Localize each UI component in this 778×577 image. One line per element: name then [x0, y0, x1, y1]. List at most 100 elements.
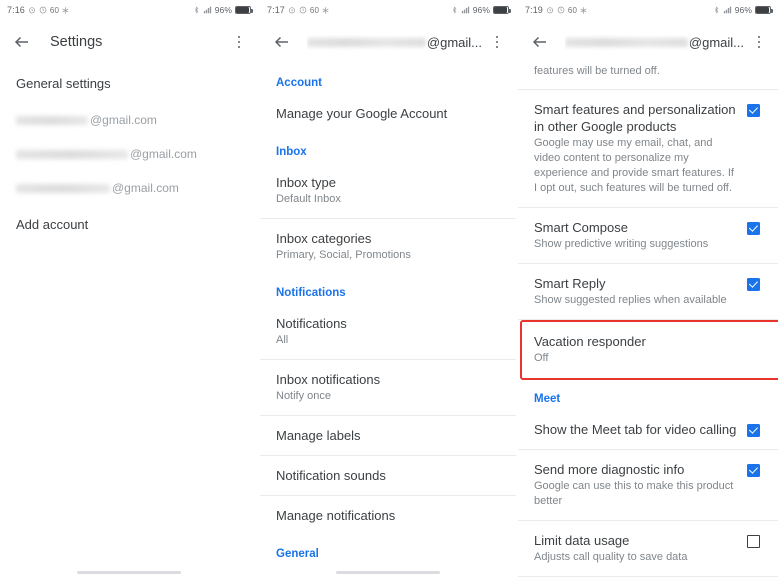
add-account-item[interactable]: Add account — [0, 205, 258, 244]
kebab-menu-icon[interactable] — [230, 35, 248, 49]
battery-percent: 96% — [214, 5, 232, 15]
alarm-icon — [28, 6, 36, 14]
status-bar-left: 7:17 60 — [267, 5, 329, 15]
back-arrow-icon[interactable] — [11, 31, 33, 53]
alarm-icon — [288, 6, 296, 14]
smart-features-checkbox[interactable] — [747, 104, 760, 117]
page-title: Settings — [50, 34, 103, 50]
signal-icon — [203, 6, 212, 14]
account-row-1[interactable]: @gmail.com — [0, 103, 258, 137]
signal-icon — [461, 6, 470, 14]
kebab-menu-icon[interactable] — [750, 35, 768, 49]
panel-smart-features: 7:19 60 96% @gmail... features will be t… — [518, 0, 778, 577]
bluetooth-icon — [451, 6, 458, 14]
account-title: @gmail... — [307, 35, 482, 50]
snowflake-icon — [322, 6, 329, 14]
refresh-rate-indicator: 60 — [567, 5, 578, 15]
battery-percent: 96% — [734, 5, 752, 15]
redacted-email-3 — [16, 183, 110, 193]
kebab-menu-icon[interactable] — [488, 35, 506, 49]
smart-compose-checkbox[interactable] — [747, 222, 760, 235]
clock-icon — [299, 6, 307, 14]
account-title: @gmail... — [565, 35, 744, 50]
section-header-meet: Meet — [534, 393, 561, 405]
alarm-icon — [546, 6, 554, 14]
snowflake-icon — [580, 6, 587, 14]
row-notifications[interactable]: Notifications All — [260, 304, 516, 359]
row-smart-compose[interactable]: Smart Compose Show predictive writing su… — [518, 208, 778, 263]
status-time: 7:17 — [267, 5, 285, 15]
bluetooth-icon — [713, 6, 720, 14]
panel-settings-accounts: 7:16 60 96% Settings General settings @g… — [0, 0, 258, 577]
email-domain-2: @gmail.com — [130, 147, 197, 161]
signal-icon — [723, 6, 732, 14]
row-subtitle: Show suggested replies when available — [534, 294, 727, 306]
row-subtitle: All — [276, 334, 289, 346]
row-subtitle: Off — [534, 352, 549, 364]
account-domain-truncated: @gmail... — [688, 34, 744, 50]
row-subtitle: Google may use my email, chat, and video… — [534, 137, 734, 194]
row-title: Inbox categories — [276, 231, 372, 246]
row-inbox-type[interactable]: Inbox type Default Inbox — [260, 163, 516, 218]
row-title: Notification sounds — [276, 468, 386, 483]
battery-icon — [493, 6, 511, 14]
row-title: Limit data usage — [534, 533, 630, 548]
row-subtitle: Google can use this to make this product… — [534, 480, 734, 507]
row-subtitle: Adjusts call quality to save data — [534, 551, 688, 563]
status-time: 7:16 — [7, 5, 25, 15]
row-title: Send more diagnostic info — [534, 462, 685, 477]
section-header-inbox: Inbox — [276, 146, 307, 158]
row-manage-google-account[interactable]: Manage your Google Account — [260, 94, 516, 133]
status-bar: 7:19 60 96% — [518, 0, 778, 20]
status-bar-right: 96% — [193, 5, 253, 15]
redacted-email-2 — [16, 149, 128, 159]
status-bar-left: 7:16 60 — [7, 5, 69, 15]
row-notification-sounds[interactable]: Notification sounds — [260, 456, 516, 495]
app-bar: Settings — [0, 20, 258, 64]
row-title: Manage labels — [276, 428, 361, 443]
status-time: 7:19 — [525, 5, 543, 15]
status-bar-right: 96% — [451, 5, 511, 15]
app-bar: @gmail... — [518, 20, 778, 64]
back-arrow-icon[interactable] — [529, 31, 551, 53]
diagnostic-info-checkbox[interactable] — [747, 464, 760, 477]
limit-data-usage-checkbox[interactable] — [747, 535, 760, 548]
redacted-account-email — [307, 37, 426, 47]
row-title: Vacation responder — [534, 334, 646, 349]
meet-tab-checkbox[interactable] — [747, 424, 760, 437]
smart-reply-checkbox[interactable] — [747, 278, 760, 291]
row-inbox-categories[interactable]: Inbox categories Primary, Social, Promot… — [260, 219, 516, 274]
general-settings-item[interactable]: General settings — [0, 64, 258, 103]
status-bar: 7:17 60 96% — [260, 0, 516, 20]
scrolled-continuation-text: features will be turned off. — [534, 65, 660, 77]
row-subtitle: Primary, Social, Promotions — [276, 249, 411, 261]
row-vacation-responder[interactable]: Vacation responder Off — [518, 320, 778, 380]
row-subtitle: Notify once — [276, 390, 332, 402]
redacted-account-email — [565, 37, 688, 47]
row-manage-notifications[interactable]: Manage notifications — [260, 496, 516, 535]
back-arrow-icon[interactable] — [271, 31, 293, 53]
account-row-2[interactable]: @gmail.com — [0, 137, 258, 171]
row-inbox-notifications[interactable]: Inbox notifications Notify once — [260, 360, 516, 415]
section-header-account: Account — [276, 77, 322, 89]
bluetooth-icon — [193, 6, 200, 14]
row-show-meet-tab[interactable]: Show the Meet tab for video calling — [518, 410, 778, 449]
email-domain-3: @gmail.com — [112, 181, 179, 195]
row-title: Inbox type — [276, 175, 336, 190]
status-bar-left: 7:19 60 — [525, 5, 587, 15]
status-bar-right: 96% — [713, 5, 773, 15]
battery-icon — [755, 6, 773, 14]
section-header-notifications: Notifications — [276, 287, 346, 299]
row-send-diagnostic-info[interactable]: Send more diagnostic info Google can use… — [518, 450, 778, 520]
row-manage-labels[interactable]: Manage labels — [260, 416, 516, 455]
row-smart-reply[interactable]: Smart Reply Show suggested replies when … — [518, 264, 778, 319]
account-settings-list: Account Manage your Google Account Inbox… — [260, 64, 516, 577]
snowflake-icon — [62, 6, 69, 14]
refresh-rate-indicator: 60 — [49, 5, 60, 15]
email-domain-1: @gmail.com — [90, 113, 157, 127]
row-title: Show the Meet tab for video calling — [534, 422, 737, 437]
row-limit-data-usage[interactable]: Limit data usage Adjusts call quality to… — [518, 521, 778, 576]
account-row-3[interactable]: @gmail.com — [0, 171, 258, 205]
row-smart-features-personalization[interactable]: Smart features and personalization in ot… — [518, 90, 778, 207]
smart-features-list: features will be turned off. Smart featu… — [518, 64, 778, 577]
